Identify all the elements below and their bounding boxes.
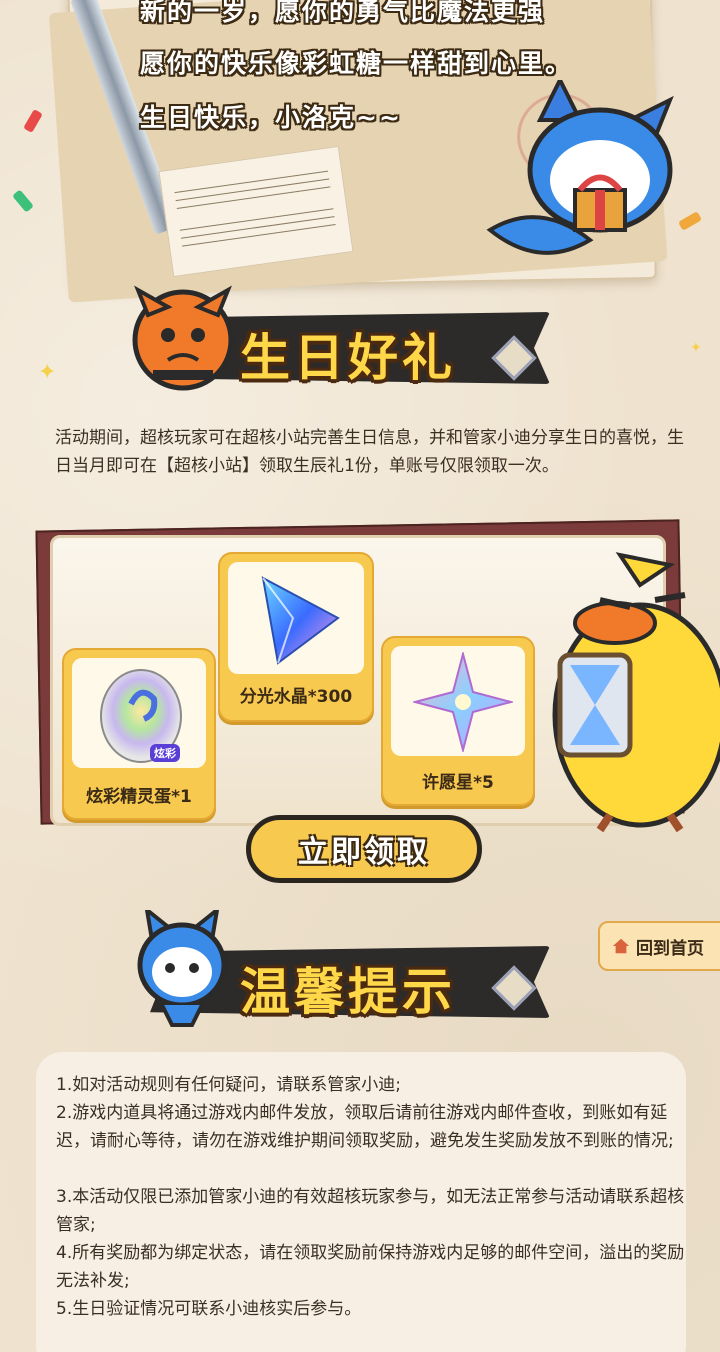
blue-mascot-gift-icon xyxy=(486,80,674,255)
orange-mascot-icon xyxy=(132,285,234,391)
prism-crystal-icon xyxy=(261,576,340,665)
letter-line-1: 新的一岁，愿你的勇气比魔法更强 xyxy=(140,0,546,26)
gift-description: 活动期间，超核玩家可在超核小站完善生日信息，并和管家小迪分享生日的喜悦，生日当月… xyxy=(55,428,684,476)
tip-item: 1.如对活动规则有任何疑问，请联系管家小迪; xyxy=(56,1075,401,1095)
letter-line-3: 生日快乐，小洛克~~ xyxy=(140,103,402,132)
gift-section-title: 生日好礼 xyxy=(240,329,456,387)
gift-item-wish-star: 许愿星*5 xyxy=(381,636,535,806)
gift-item-label: 分光水晶*300 xyxy=(239,687,353,707)
sparkle-icon: ✦ xyxy=(38,360,57,385)
gift-item-label: 炫彩精灵蛋*1 xyxy=(86,787,192,807)
letter-line-2: 愿你的快乐像彩虹糖一样甜到心里。 xyxy=(140,49,573,78)
back-to-home-button[interactable]: 回到首页 xyxy=(598,921,720,971)
claim-now-button[interactable]: 立即领取 xyxy=(246,815,482,883)
blue-mascot-icon xyxy=(137,910,227,1027)
confetti-decoration xyxy=(23,108,43,134)
back-to-home-label: 回到首页 xyxy=(636,938,704,959)
tip-item: 5.生日验证情况可联系小迪核实后参与。 xyxy=(56,1299,362,1319)
confetti-decoration xyxy=(12,189,34,213)
gift-item-prism-crystal: 分光水晶*300 xyxy=(218,552,374,722)
tip-item: 3.本活动仅限已添加管家小迪的有效超核玩家参与，如无法正常参与活动请联系超核管家… xyxy=(56,1187,685,1235)
home-icon xyxy=(612,938,630,954)
tip-item: 2.游戏内道具将通过游戏内邮件发放，领取后请前往游戏内邮件查收，到账如有延迟，请… xyxy=(56,1103,674,1151)
gift-item-rainbow-egg: 炫彩 炫彩精灵蛋*1 xyxy=(62,648,216,820)
tip-item: 4.所有奖励都为绑定状态，请在领取奖励前保持游戏内足够的邮件空间，溢出的奖励无法… xyxy=(56,1243,685,1291)
page: ✦ ✦ 新的一岁，愿你的勇气比魔法更强 愿你的快乐像彩虹糖一样甜到心里。 生日快… xyxy=(0,0,720,1352)
rainbow-badge: 炫彩 xyxy=(150,744,180,762)
wish-star-icon xyxy=(413,652,513,752)
yellow-duck-mascot-icon xyxy=(552,552,720,833)
tips-section-title: 温馨提示 xyxy=(240,963,456,1021)
gift-item-label: 许愿星*5 xyxy=(422,773,494,793)
sparkle-icon: ✦ xyxy=(690,340,702,356)
